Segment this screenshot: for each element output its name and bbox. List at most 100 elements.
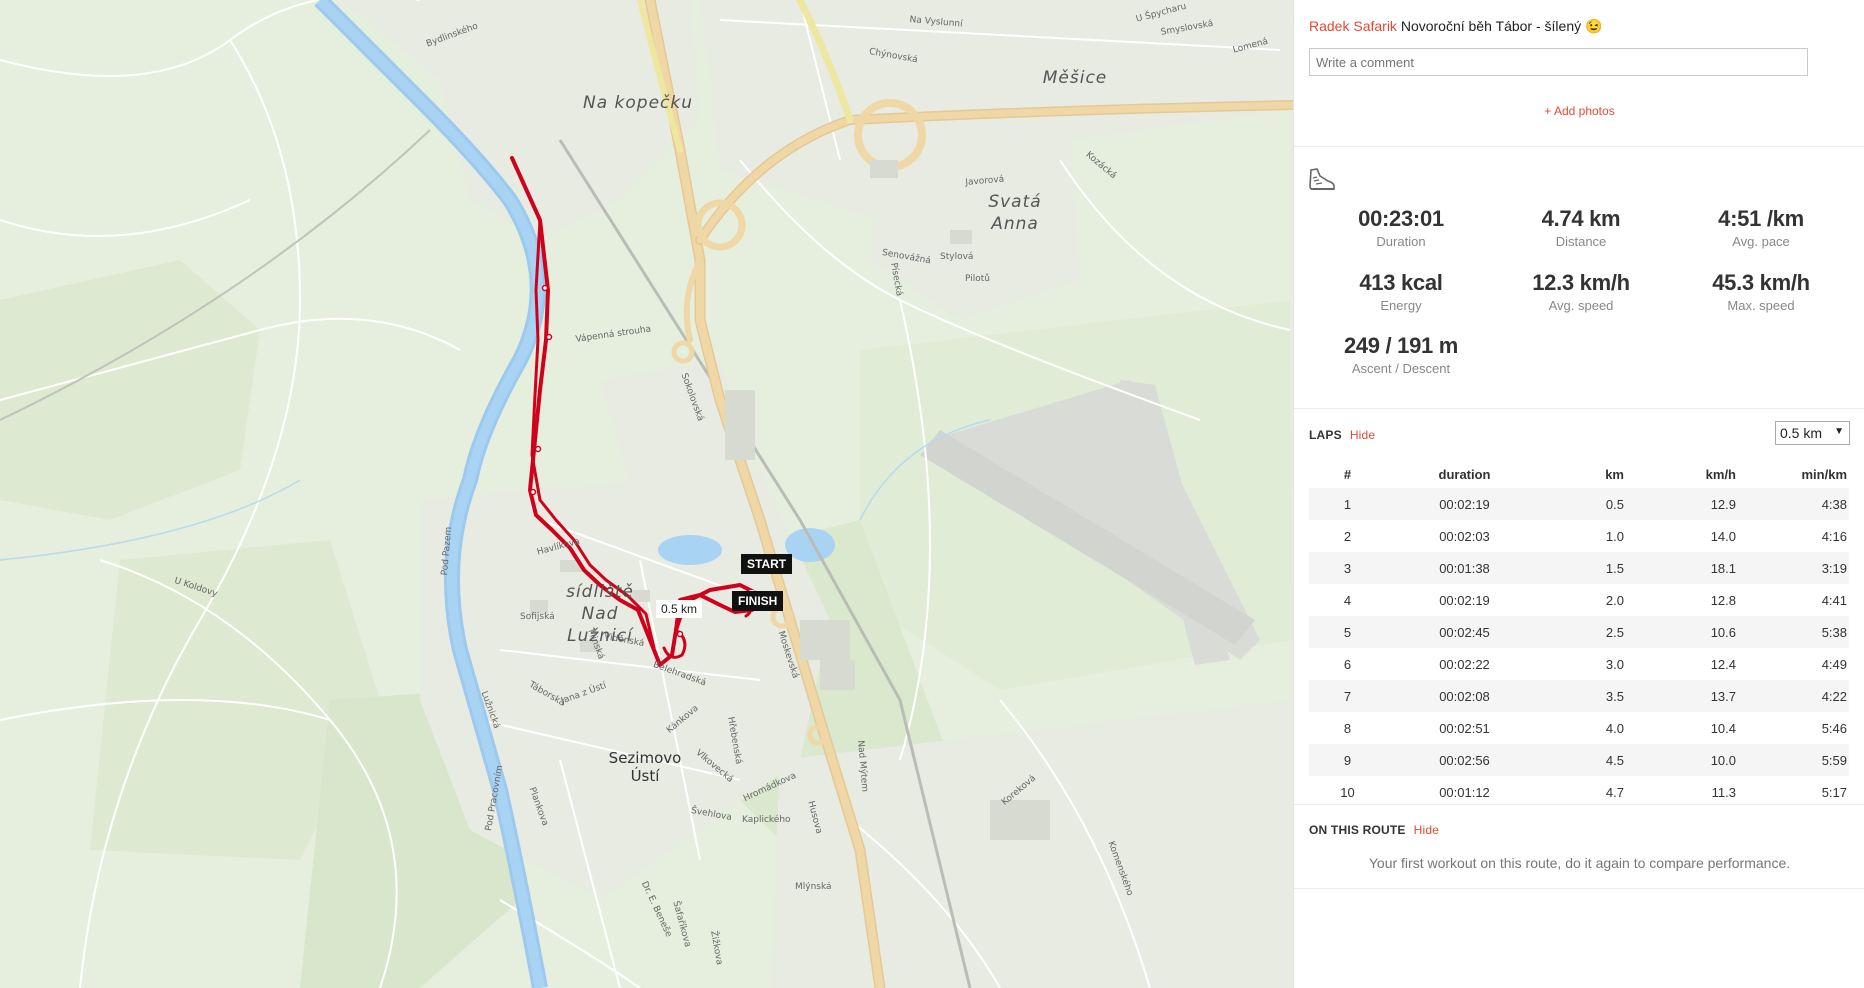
- lap-pace: 4:22: [1737, 680, 1849, 712]
- lap-number: 4: [1343, 592, 1352, 608]
- lap-number: 5: [1309, 616, 1386, 648]
- lap-duration: 00:02:08: [1386, 680, 1543, 712]
- laps-title: LAPS: [1309, 428, 1342, 442]
- add-photos-link[interactable]: + Add photos: [1294, 104, 1864, 118]
- lap-pace: 4:38: [1737, 488, 1849, 520]
- stat-label: Distance: [1555, 234, 1607, 249]
- stat-value: 00:23:01: [1358, 206, 1444, 231]
- stat-avg-pace: 4:51 /km Avg. pace: [1671, 206, 1851, 249]
- col-header-km: km: [1605, 466, 1624, 482]
- lap-number: 1: [1309, 488, 1386, 520]
- lap-speed: 18.1: [1625, 552, 1737, 584]
- lap-duration: 00:02:22: [1439, 656, 1490, 672]
- lap-speed: 10.4: [1710, 720, 1736, 736]
- lap-number: 6: [1343, 656, 1352, 672]
- table-row: 4 00:02:19 2.0 12.8 4:41: [1309, 584, 1849, 616]
- laps-header-row: # duration km km/h min/km: [1309, 460, 1849, 488]
- street-label: Pilotů: [965, 274, 990, 284]
- lap-pace: 3:19: [1737, 552, 1849, 584]
- lap-pace: 4:41: [1821, 592, 1847, 608]
- lap-number: 7: [1309, 680, 1386, 712]
- table-row: 3 00:01:38 1.5 18.1 3:19: [1309, 552, 1849, 584]
- divider: [1294, 804, 1864, 805]
- col-header-duration: duration: [1438, 466, 1491, 482]
- lap-speed: 14.0: [1710, 528, 1736, 544]
- distance-marker-label: 0.5 km: [656, 600, 703, 618]
- divider: [1294, 408, 1864, 409]
- stat-label: Avg. speed: [1548, 298, 1614, 313]
- map-town-label: Sezimovo Ústí: [608, 749, 682, 785]
- col-header-number: #: [1343, 466, 1352, 482]
- lap-duration: 00:02:51: [1439, 720, 1490, 736]
- activity-title: Novoroční běh Tábor - šílený: [1400, 18, 1582, 34]
- stat-label: Ascent / Descent: [1351, 361, 1451, 376]
- map-view[interactable]: Na kopečku Měšice Svatá Anna sídliště Na…: [0, 0, 1293, 988]
- stat-value: 4:51 /km: [1718, 206, 1804, 231]
- stat-value: 4.74 km: [1541, 206, 1621, 231]
- stat-energy: 413 kcal Energy: [1311, 270, 1491, 313]
- stat-label: Max. speed: [1727, 298, 1795, 313]
- col-header-pace: min/km: [1801, 466, 1847, 482]
- comment-input[interactable]: [1309, 48, 1808, 76]
- laps-hide-link[interactable]: Hide: [1350, 428, 1375, 442]
- stat-value: 413 kcal: [1359, 270, 1443, 295]
- lap-pace: 4:49: [1821, 656, 1847, 672]
- lap-km: 4.5: [1543, 744, 1625, 776]
- street-label: Kaplického: [742, 815, 791, 825]
- stat-distance: 4.74 km Distance: [1491, 206, 1671, 249]
- divider: [1294, 146, 1864, 147]
- col-header-kmh: km/h: [1705, 466, 1736, 482]
- lap-speed: 12.9: [1625, 488, 1737, 520]
- chevron-down-icon: ▼: [1834, 426, 1844, 437]
- lap-duration: 00:02:03: [1439, 528, 1490, 544]
- map-place-label: Svatá Anna: [988, 192, 1042, 234]
- activity-header: Radek Safarik Novoroční běh Tábor - šíle…: [1309, 18, 1602, 35]
- table-row: 7 00:02:08 3.5 13.7 4:22: [1309, 680, 1849, 712]
- lap-duration: 00:01:38: [1386, 552, 1543, 584]
- route-section-title: ON THIS ROUTE Hide: [1309, 823, 1439, 837]
- route-hide-link[interactable]: Hide: [1414, 823, 1439, 837]
- lap-pace: 4:16: [1821, 528, 1847, 544]
- lap-interval-value: 0.5 km: [1780, 425, 1823, 441]
- stat-avg-speed: 12.3 km/h Avg. speed: [1491, 270, 1671, 313]
- map-place-label: Měšice: [1042, 68, 1108, 88]
- lap-interval-select[interactable]: 0.5 km ▼: [1775, 421, 1850, 445]
- map-canvas: [0, 0, 1293, 988]
- stat-label: Avg. pace: [1732, 234, 1790, 249]
- lap-number: 8: [1343, 720, 1352, 736]
- route-finish-flag: FINISH: [732, 591, 784, 611]
- stat-ascent-descent: 249 / 191 m Ascent / Descent: [1311, 333, 1491, 376]
- stat-value: 12.3 km/h: [1532, 270, 1630, 295]
- lap-duration: 00:02:19: [1439, 592, 1490, 608]
- lap-km: 1.5: [1543, 552, 1625, 584]
- stat-label: Energy: [1380, 298, 1422, 313]
- lap-pace: 5:59: [1737, 744, 1849, 776]
- activity-panel: Radek Safarik Novoroční běh Tábor - šíle…: [1293, 0, 1864, 988]
- lap-duration: 00:02:19: [1386, 488, 1543, 520]
- lap-speed: 10.0: [1625, 744, 1737, 776]
- wink-emoji-icon: 😉: [1585, 18, 1603, 34]
- lap-km: 2.5: [1543, 616, 1625, 648]
- lap-pace: 5:46: [1821, 720, 1847, 736]
- street-label: Sofijská: [520, 612, 555, 622]
- divider: [1294, 888, 1864, 889]
- lap-number: 9: [1309, 744, 1386, 776]
- stat-value: 45.3 km/h: [1712, 270, 1810, 295]
- lap-speed: 12.4: [1710, 656, 1736, 672]
- table-row: 6 00:02:22 3.0 12.4 4:49: [1309, 648, 1849, 680]
- table-row: 5 00:02:45 2.5 10.6 5:38: [1309, 616, 1849, 648]
- laps-section-title: LAPS Hide: [1309, 428, 1375, 442]
- stat-value: 249 / 191 m: [1343, 333, 1459, 358]
- lap-km: 0.5: [1543, 488, 1625, 520]
- lap-speed: 13.7: [1625, 680, 1737, 712]
- lap-km: 3.0: [1605, 656, 1624, 672]
- lap-km: 3.5: [1543, 680, 1625, 712]
- laps-table: # duration km km/h min/km 1 00:02:19 0.5 12…: [1309, 460, 1849, 808]
- lap-speed: 12.8: [1710, 592, 1736, 608]
- route-note: Your first workout on this route, do it …: [1368, 855, 1791, 871]
- map-place-label: Na kopečku: [583, 93, 693, 113]
- user-name-link[interactable]: Radek Safarik: [1309, 18, 1397, 34]
- lap-duration: 00:02:56: [1386, 744, 1543, 776]
- route-start-flag: START: [741, 554, 793, 574]
- lap-km: 4.0: [1605, 720, 1624, 736]
